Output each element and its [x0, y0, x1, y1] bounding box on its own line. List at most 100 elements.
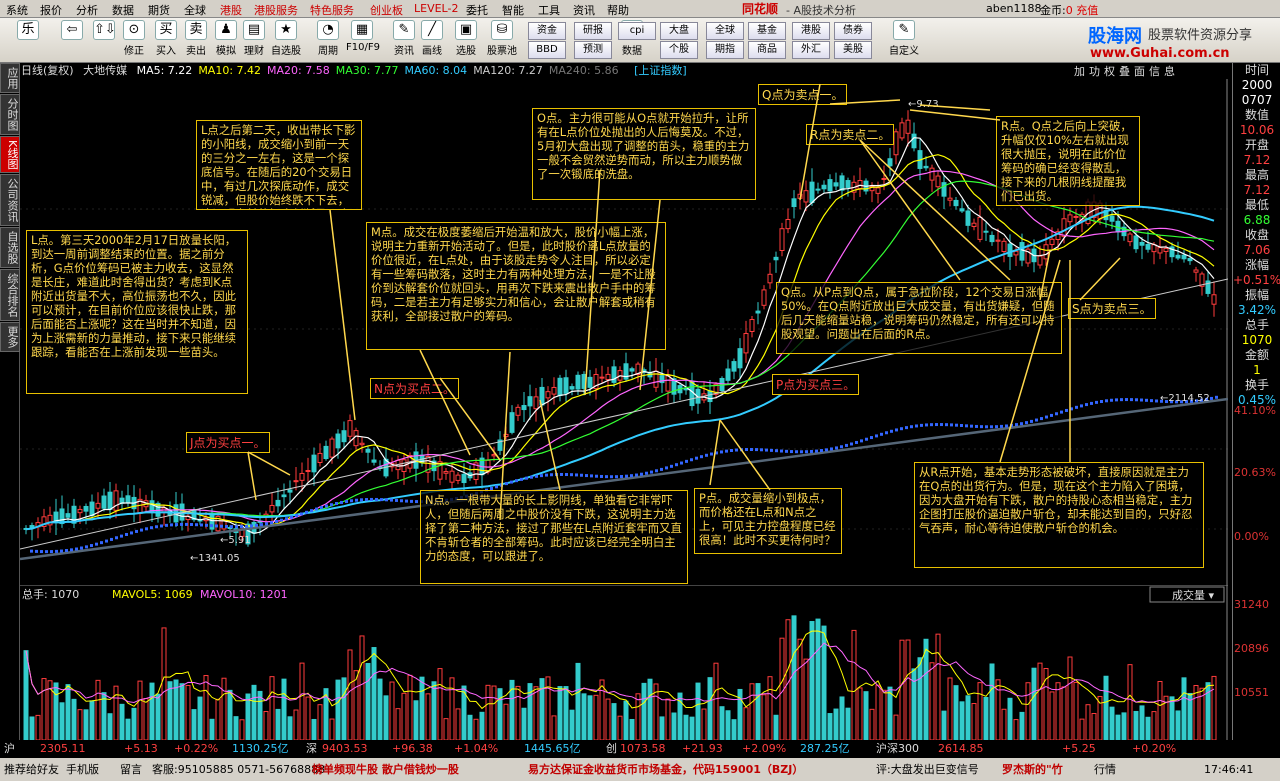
menu-3[interactable]: 数据 [112, 2, 134, 18]
volume-bar [1175, 710, 1181, 740]
chart-tool-6[interactable]: 息 [1164, 65, 1175, 78]
quick-button-9[interactable]: 基金 [748, 22, 786, 40]
info-item-6[interactable]: 评:大盘发出巨变信号 [876, 758, 979, 781]
ticker-0[interactable]: 沪 [4, 740, 15, 758]
ticker-18[interactable]: +0.20% [1132, 740, 1176, 758]
ticker-12[interactable]: +21.93 [682, 740, 723, 758]
quick-button-8[interactable]: 期指 [706, 41, 744, 59]
overlay-index[interactable]: [上证指数] [634, 64, 687, 77]
ticker-17[interactable]: +5.25 [1062, 740, 1096, 758]
quick-button-5[interactable]: 大盘 [660, 22, 698, 40]
toolbar-button-2[interactable]: ⇧⇩ [88, 20, 120, 42]
side-tab-6[interactable]: 更多 [0, 322, 20, 353]
menu-8[interactable]: 特色服务 [310, 2, 354, 18]
info-item-8[interactable]: 行情 [1094, 758, 1116, 781]
info-item-4[interactable]: 榜单频现牛股 散户借钱炒一股 [312, 758, 459, 781]
toolbar-button-1[interactable]: ⇦ [56, 20, 88, 42]
ticker-10[interactable]: 创 [606, 740, 617, 758]
menu-2[interactable]: 分析 [76, 2, 98, 18]
ticker-2[interactable]: +5.13 [124, 740, 158, 758]
index-dot [725, 449, 728, 453]
quick-button-1[interactable]: BBD [528, 41, 566, 59]
menu-7[interactable]: 港股服务 [254, 2, 298, 18]
toolbar-button-8[interactable]: ★ 自选股 [270, 20, 302, 57]
chart-tool-0[interactable]: 加 [1074, 65, 1085, 78]
info-item-2[interactable]: 留言 [120, 758, 142, 781]
side-tab-2[interactable]: K线图 [0, 136, 20, 174]
info-item-0[interactable]: 推荐给好友 [4, 758, 59, 781]
menu-9[interactable]: 创业板 [370, 2, 403, 18]
ticker-8[interactable]: +1.04% [454, 740, 498, 758]
index-dot [575, 473, 578, 477]
volume-bar [1151, 711, 1157, 740]
quick-button-3[interactable]: 预测 [574, 41, 612, 59]
menu-10[interactable]: LEVEL-2 [414, 2, 458, 15]
quick-button-0[interactable]: 资金 [528, 22, 566, 40]
menu-15[interactable]: 帮助 [607, 2, 629, 18]
menu-1[interactable]: 报价 [40, 2, 62, 18]
ticker-13[interactable]: +2.09% [742, 740, 786, 758]
toolbar-button-13[interactable]: ▣ 选股 [450, 20, 482, 57]
quick-button-4[interactable]: cpi [618, 22, 656, 40]
quick-button-11[interactable]: 港股 [792, 22, 830, 40]
toolbar-button-0[interactable]: 乐 [12, 20, 44, 42]
chart-tool-4[interactable]: 面 [1134, 65, 1145, 78]
toolbar-button-7[interactable]: ▤ 理财 [238, 20, 270, 57]
toolbar-button-12[interactable]: ╱ 画线 [416, 20, 448, 57]
menu-6[interactable]: 港股 [220, 2, 242, 18]
period-label[interactable]: 日线(复权) [21, 64, 74, 77]
quick-button-6[interactable]: 个股 [660, 41, 698, 59]
info-item-7[interactable]: 罗杰斯的"竹 [1002, 758, 1063, 781]
side-tab-5[interactable]: 综合排名 [0, 269, 20, 322]
side-tab-3[interactable]: 公司资讯 [0, 174, 20, 227]
toolbar-button-4[interactable]: 买买入 [150, 20, 182, 57]
ticker-1[interactable]: 2305.11 [40, 740, 86, 758]
info-item-5[interactable]: 易方达保证金收益货币市场基金，代码159001（BZJ） [528, 758, 803, 781]
toolbar-button-5[interactable]: 卖卖出 [180, 20, 212, 57]
toolbar-button-10[interactable]: ▦ F10/F9 [346, 20, 380, 53]
info-item-9[interactable]: 17:46:41 [1204, 758, 1253, 781]
index-dot [140, 528, 143, 532]
toolbar-button-14[interactable]: ⛁ 股票池 [486, 20, 518, 57]
menu-5[interactable]: 全球 [184, 2, 206, 18]
menu-0[interactable]: 系统 [6, 2, 28, 18]
menu-13[interactable]: 工具 [538, 2, 560, 18]
toolbar-button-9[interactable]: ◔ 周期 [312, 20, 344, 57]
menu-12[interactable]: 智能 [502, 2, 524, 18]
chart-tool-5[interactable]: 信 [1149, 65, 1160, 78]
ticker-16[interactable]: 2614.85 [938, 740, 984, 758]
volume-bar [35, 714, 41, 740]
chart-tool-3[interactable]: 叠 [1119, 65, 1130, 78]
menu-11[interactable]: 委托 [466, 2, 488, 18]
side-tab-4[interactable]: 自选股 [0, 227, 20, 269]
chart-tool-1[interactable]: 功 [1089, 65, 1100, 78]
info-item-3[interactable]: 客服:95105885 0571-56768888 [152, 758, 325, 781]
chart-tool-2[interactable]: 权 [1104, 65, 1115, 78]
side-tab-1[interactable]: 分时图 [0, 94, 20, 135]
username[interactable]: aben1188 [986, 2, 1041, 15]
quick-button-12[interactable]: 外汇 [792, 41, 830, 59]
ticker-14[interactable]: 287.25亿 [800, 740, 850, 758]
toolbar-button-3[interactable]: ⊙ 修正 [118, 20, 150, 57]
quick-button-14[interactable]: 美股 [834, 41, 872, 59]
ticker-4[interactable]: 1130.25亿 [232, 740, 289, 758]
side-tab-0[interactable]: 应用 [0, 63, 20, 93]
ticker-7[interactable]: +96.38 [392, 740, 433, 758]
quick-button-13[interactable]: 债券 [834, 22, 872, 40]
coin-info[interactable]: 金币:0 充值 [1040, 2, 1098, 18]
ticker-5[interactable]: 深 [306, 740, 317, 758]
custom-button[interactable]: ✎ 自定义 [884, 20, 924, 57]
ticker-11[interactable]: 1073.58 [620, 740, 666, 758]
ticker-9[interactable]: 1445.65亿 [524, 740, 581, 758]
menu-14[interactable]: 资讯 [573, 2, 595, 18]
info-item-1[interactable]: 手机版 [66, 758, 99, 781]
quick-button-7[interactable]: 全球 [706, 22, 744, 40]
indicator-line: 日线(复权) 大地传媒 MA5: 7.22 MA10: 7.42 MA20: 7.5… [21, 63, 1221, 79]
quick-button-10[interactable]: 商品 [748, 41, 786, 59]
ticker-6[interactable]: 9403.53 [322, 740, 368, 758]
ticker-15[interactable]: 沪深300 [876, 740, 919, 758]
quick-button-2[interactable]: 研报 [574, 22, 612, 40]
ticker-3[interactable]: +0.22% [174, 740, 218, 758]
menu-4[interactable]: 期货 [148, 2, 170, 18]
volume-chart[interactable]: 总手: 1070 MAVOL5: 1069 MAVOL10: 1201 成交量 ▾ [20, 585, 1228, 740]
